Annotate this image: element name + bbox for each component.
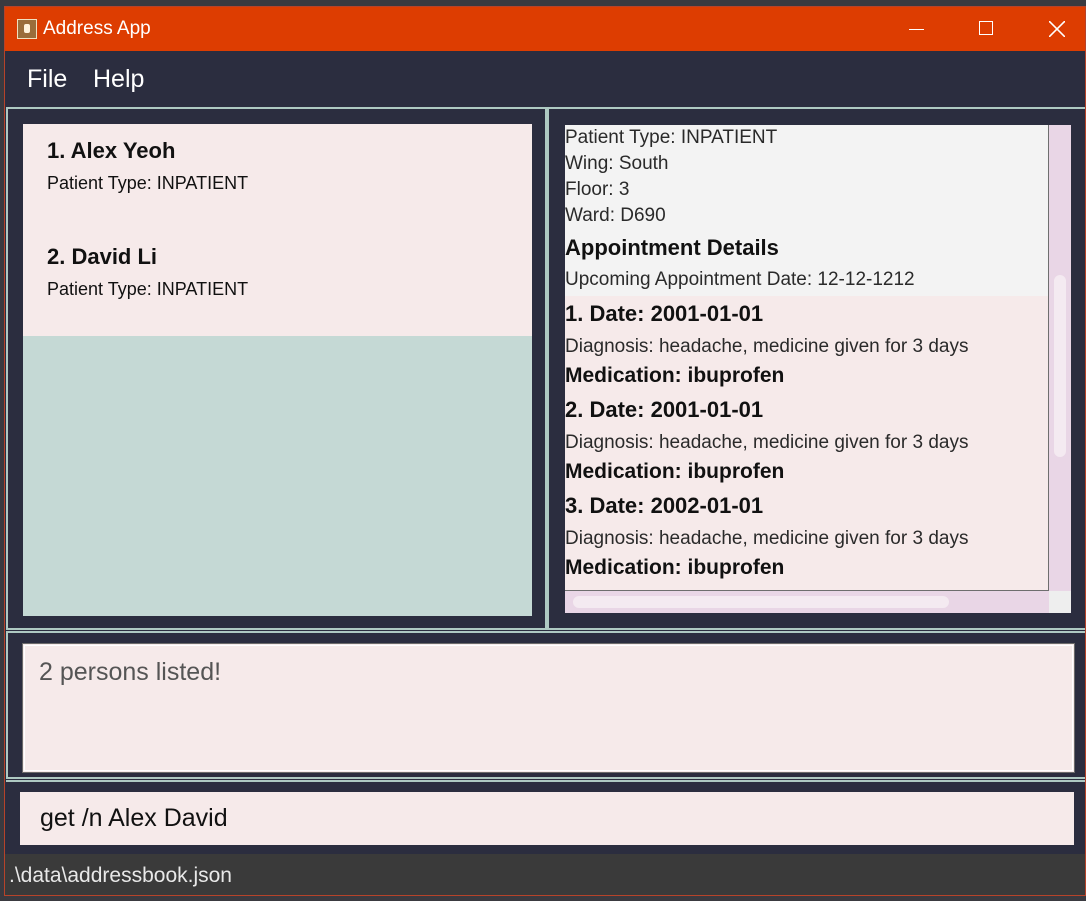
appointment-date: 2. Date: 2001-01-01: [565, 397, 764, 422]
close-button[interactable]: [1022, 7, 1085, 51]
person-list[interactable]: 1. Alex Yeoh Patient Type: INPATIENT 2. …: [23, 124, 532, 616]
appointment-medication: Medication: ibuprofen: [565, 460, 785, 483]
menu-file[interactable]: File: [27, 65, 67, 94]
person-list-panel: 1. Alex Yeoh Patient Type: INPATIENT 2. …: [6, 107, 547, 630]
save-file-path: .\data\addressbook.json: [9, 864, 232, 887]
title-bar[interactable]: Address App: [5, 7, 1085, 51]
person-patient-type: Patient Type: INPATIENT: [47, 279, 249, 299]
detail-floor: Floor: 3: [565, 179, 630, 200]
appointment-medication: Medication: ibuprofen: [565, 556, 785, 579]
appointment-diagnosis: Diagnosis: headache, medicine given for …: [565, 432, 969, 453]
menu-help[interactable]: Help: [93, 65, 144, 94]
app-window: Address App File Help 1. Alex Yeoh Patie…: [4, 6, 1086, 896]
detail-content: Patient Type: INPATIENT Wing: South Floo…: [565, 125, 1049, 591]
detail-patient-type: Patient Type: INPATIENT: [565, 127, 778, 148]
person-name: 2. David Li: [47, 244, 158, 269]
address-book-icon: [17, 19, 37, 39]
status-bar: .\data\addressbook.json: [5, 854, 1085, 895]
command-box-panel: [6, 780, 1085, 852]
appointment-medication: Medication: ibuprofen: [565, 364, 785, 387]
person-name: 1. Alex Yeoh: [47, 138, 176, 163]
appointment-details-heading: Appointment Details: [565, 235, 779, 260]
maximize-button[interactable]: [952, 7, 1022, 51]
vertical-scrollbar[interactable]: [1049, 125, 1071, 591]
appointment-date: 3. Date: 2002-01-01: [565, 493, 764, 518]
close-icon: [1049, 21, 1065, 37]
command-input[interactable]: [20, 792, 1074, 845]
result-display: 2 persons listed!: [22, 643, 1075, 773]
person-card[interactable]: 2. David Li Patient Type: INPATIENT: [23, 230, 532, 336]
menu-bar: File Help: [5, 51, 1085, 105]
result-display-panel: 2 persons listed!: [6, 631, 1085, 779]
person-patient-type: Patient Type: INPATIENT: [47, 173, 249, 193]
horizontal-scrollbar[interactable]: [565, 591, 1049, 613]
minimize-button[interactable]: [882, 7, 952, 51]
detail-ward: Ward: D690: [565, 205, 666, 226]
appointment-diagnosis: Diagnosis: headache, medicine given for …: [565, 528, 969, 549]
appointment-date: 1. Date: 2001-01-01: [565, 301, 764, 326]
person-card[interactable]: 1. Alex Yeoh Patient Type: INPATIENT: [23, 124, 532, 230]
upcoming-appointment: Upcoming Appointment Date: 12-12-1212: [565, 269, 915, 290]
person-detail-panel: Patient Type: INPATIENT Wing: South Floo…: [547, 107, 1085, 630]
window-title: Address App: [43, 18, 151, 39]
scroll-corner: [1049, 591, 1071, 613]
detail-scroll-pane[interactable]: Patient Type: INPATIENT Wing: South Floo…: [565, 125, 1071, 613]
detail-wing: Wing: South: [565, 153, 669, 174]
vertical-scroll-thumb[interactable]: [1054, 275, 1066, 457]
appointment-diagnosis: Diagnosis: headache, medicine given for …: [565, 336, 969, 357]
horizontal-scroll-thumb[interactable]: [573, 596, 949, 608]
appointment-list: 1. Date: 2001-01-01 Diagnosis: headache,…: [565, 296, 1048, 590]
result-message: 2 persons listed!: [39, 658, 222, 686]
